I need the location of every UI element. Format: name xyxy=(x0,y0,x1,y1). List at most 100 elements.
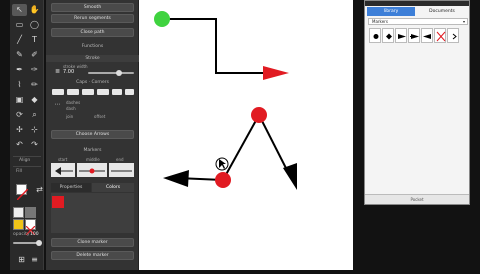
rectangle-tool-icon[interactable]: ▭ xyxy=(12,19,27,31)
choose-arrows-button[interactable]: Choose Arrows xyxy=(51,130,134,139)
middle-dot-icon xyxy=(79,168,105,174)
no-fill-icon xyxy=(16,188,29,201)
cap-square-option[interactable] xyxy=(82,89,94,95)
offset-label: offset xyxy=(94,114,106,119)
tab-properties[interactable]: Properties xyxy=(51,183,91,192)
pen-tool-icon[interactable]: ✎ xyxy=(12,49,27,61)
tools-divider xyxy=(13,166,41,167)
marker-middle-slot[interactable] xyxy=(77,163,107,177)
path-tool-icon[interactable]: ✑ xyxy=(27,64,42,76)
rotate-tool-icon[interactable]: ⟳ xyxy=(12,109,27,121)
dash-label: dash xyxy=(66,106,76,111)
marker-flag[interactable] xyxy=(395,28,407,43)
marker-arrow[interactable] xyxy=(408,28,420,43)
red-node-bottom[interactable] xyxy=(215,172,231,188)
upper-path[interactable] xyxy=(162,18,275,74)
stroke-width-knob[interactable] xyxy=(116,70,122,76)
join-label: join xyxy=(66,114,74,119)
text-tool-icon[interactable]: T xyxy=(27,34,42,46)
library-titlebar xyxy=(365,1,469,6)
join-bevel-option[interactable] xyxy=(125,89,134,95)
canvas-drawing xyxy=(154,11,297,190)
image-tool-icon[interactable]: ▣ xyxy=(12,94,27,106)
lower-left-arrowhead[interactable] xyxy=(163,170,189,187)
marker-diamond[interactable] xyxy=(382,28,394,43)
circle-marker-icon xyxy=(373,34,379,39)
opacity-value: 100 xyxy=(30,232,39,237)
marker-arrow-open[interactable] xyxy=(421,28,433,43)
marker-more[interactable] xyxy=(447,28,459,43)
none-swatch[interactable] xyxy=(25,219,36,236)
measure-tool-icon[interactable]: ⊹ xyxy=(27,124,42,136)
library-panel: library Documents Markers ▾ Pocket xyxy=(364,0,470,205)
swap-colors-icon[interactable]: ⇄ xyxy=(32,184,47,196)
rerun-segments-button[interactable]: Rerun segments xyxy=(51,14,134,23)
stroke-width-icon: ≣ xyxy=(54,68,61,75)
direct-select-tool-icon[interactable]: ✋ xyxy=(27,4,42,16)
tab-colors[interactable]: Colors xyxy=(92,183,134,192)
marker-middle-label: middle xyxy=(86,157,100,162)
dashes-label: dashes xyxy=(66,100,81,105)
tab-documents[interactable]: Documents xyxy=(417,7,467,16)
caps-corners-title: Caps · Corners xyxy=(76,80,109,85)
shape-tool-icon[interactable]: ◆ xyxy=(27,94,42,106)
stroke-width-slider[interactable] xyxy=(88,72,134,74)
white-swatch[interactable] xyxy=(13,207,24,218)
layers-icon[interactable]: ≡ xyxy=(27,254,42,266)
delete-marker-button[interactable]: Delete marker xyxy=(51,251,134,260)
marker-circle[interactable] xyxy=(369,28,381,43)
red-node-top[interactable] xyxy=(251,107,267,123)
stroke-swatch[interactable] xyxy=(16,184,29,201)
align-label: Align xyxy=(19,158,31,163)
brush-tool-icon[interactable]: ✒ xyxy=(12,64,27,76)
marker-start-label: start xyxy=(58,157,68,162)
marker-none[interactable] xyxy=(434,28,446,43)
marker-end-label: end xyxy=(116,157,124,162)
line-end-icon xyxy=(111,170,132,172)
upper-arrowhead[interactable] xyxy=(263,66,289,80)
cap-round-option[interactable] xyxy=(67,89,79,95)
tools-bar: ↖ ✋ ▭ ◯ ╱ T ✎ ✐ ✒ ✑ ⌇ ✏ ▣ ◆ ⟳ ⌕ ✢ ⊹ ↶ ↷ … xyxy=(10,0,44,270)
library-category-select[interactable]: Markers ▾ xyxy=(368,18,468,25)
drawing-canvas[interactable] xyxy=(139,0,353,270)
opacity-slider-knob[interactable] xyxy=(36,240,42,246)
clone-marker-button[interactable]: Clone marker xyxy=(51,238,134,247)
marker-end-slot[interactable] xyxy=(109,163,134,177)
freehand-tool-icon[interactable]: ⌇ xyxy=(12,79,27,91)
none-marker-icon xyxy=(436,31,446,42)
library-category-value: Markers xyxy=(372,19,388,24)
app-window: ↖ ✋ ▭ ◯ ╱ T ✎ ✐ ✒ ✑ ⌇ ✏ ▣ ◆ ⟳ ⌕ ✢ ⊹ ↶ ↷ … xyxy=(0,0,480,270)
pencil-tool-icon[interactable]: ✏ xyxy=(27,79,42,91)
chevron-right-icon xyxy=(452,33,457,40)
arrow-marker-icon xyxy=(410,34,419,39)
close-path-button[interactable]: Close path xyxy=(51,28,134,37)
zoom-tool-icon[interactable]: ⌕ xyxy=(27,109,42,121)
marker-start-slot[interactable] xyxy=(51,163,75,177)
eyedropper-tool-icon[interactable]: ✐ xyxy=(27,49,42,61)
stroke-section-header: Stroke xyxy=(46,55,139,62)
open-arrow-marker-icon xyxy=(423,34,431,39)
join-miter-option[interactable] xyxy=(97,89,109,95)
markers-title: Markers xyxy=(83,148,102,153)
arrow-left-icon xyxy=(55,167,73,175)
redo-icon[interactable]: ↷ xyxy=(27,139,42,151)
green-start-point[interactable] xyxy=(154,11,170,27)
cursor-icon xyxy=(215,157,229,171)
tab-library[interactable]: library xyxy=(367,7,415,16)
chevron-down-icon: ▾ xyxy=(462,19,465,24)
dashes-icon: ⋯ xyxy=(54,101,61,108)
yellow-swatch[interactable] xyxy=(13,219,24,230)
line-tool-icon[interactable]: ╱ xyxy=(12,34,27,46)
lower-middle-segment[interactable] xyxy=(222,114,260,181)
opacity-label: opacity xyxy=(13,232,30,237)
cap-butt-option[interactable] xyxy=(52,89,64,95)
gray-swatch[interactable] xyxy=(25,207,36,218)
marker-color-swatch[interactable] xyxy=(52,196,64,208)
functions-title: Functions xyxy=(81,44,104,49)
ellipse-tool-icon[interactable]: ◯ xyxy=(27,19,42,31)
select-tool-icon[interactable]: ↖ xyxy=(12,4,27,16)
undo-icon[interactable]: ↶ xyxy=(12,139,27,151)
smooth-button[interactable]: Smooth xyxy=(51,3,134,12)
join-round-option[interactable] xyxy=(112,89,122,95)
pan-tool-icon[interactable]: ✢ xyxy=(12,124,27,136)
